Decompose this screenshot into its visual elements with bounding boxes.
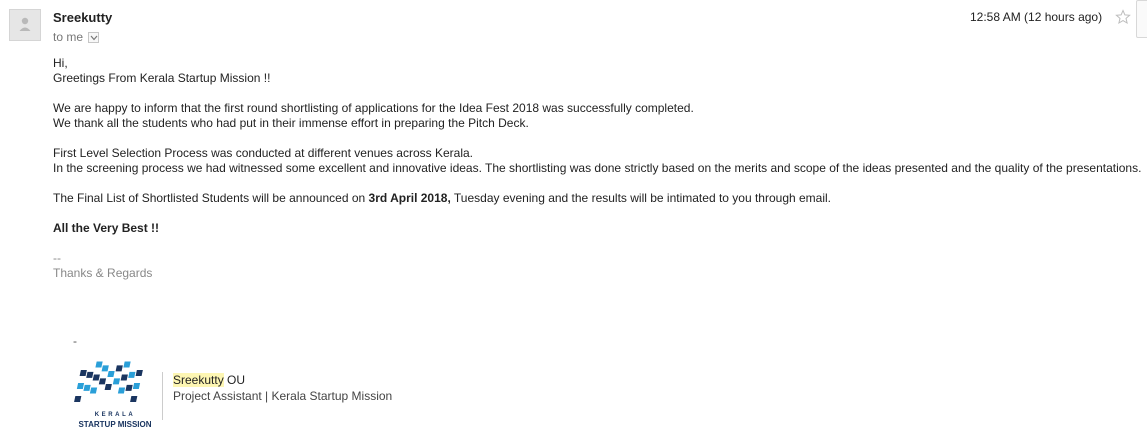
logo-square <box>98 378 107 385</box>
paragraph-3-start: The Final List of Shortlisted Students w… <box>53 191 369 205</box>
signature-separator: -- <box>53 251 61 265</box>
closing-line: All the Very Best !! <box>53 221 1143 236</box>
logo-square <box>83 384 91 391</box>
signature-title: Project Assistant | Kerala Startup Missi… <box>173 389 393 403</box>
logo-square <box>107 371 115 377</box>
logo-square <box>92 374 100 381</box>
signature-dash: - <box>73 334 77 348</box>
logo-square <box>79 370 87 376</box>
kerala-startup-mission-logo: KERALA STARTUP MISSION <box>73 360 157 432</box>
logo-square <box>117 387 126 394</box>
announcement-date: 3rd April 2018, <box>368 191 451 205</box>
logo-text-startup-mission: STARTUP MISSION <box>78 420 152 429</box>
recipient-label: to me <box>53 30 84 44</box>
paragraph-3: The Final List of Shortlisted Students w… <box>53 191 1143 206</box>
logo-square <box>89 387 98 394</box>
regards-line: Thanks & Regards <box>53 266 153 280</box>
logo-square <box>74 396 82 402</box>
message-body: Hi, Greetings From Kerala Startup Missio… <box>53 56 1143 281</box>
logo-square <box>135 370 143 376</box>
paragraph-3-end: Tuesday evening and the results will be … <box>450 191 832 205</box>
logo-square <box>125 384 133 391</box>
signature-name: Sreekutty OU <box>173 373 245 387</box>
paragraph-1-line-1: We are happy to inform that the first ro… <box>53 101 694 115</box>
paragraph-1-line-2: We thank all the students who had put in… <box>53 116 529 130</box>
message-timestamp: 12:58 AM (12 hours ago) <box>970 10 1103 24</box>
sender-name[interactable]: Sreekutty <box>53 10 112 25</box>
logo-square <box>112 378 121 385</box>
paragraph-2-line-2: In the screening process we had witnesse… <box>53 161 1142 175</box>
signature-divider <box>162 372 163 420</box>
avatar[interactable] <box>9 9 41 41</box>
chevron-down-icon <box>90 35 98 40</box>
side-panel-tab[interactable] <box>1136 0 1147 38</box>
logo-square <box>115 365 123 372</box>
logo-square <box>130 396 138 402</box>
logo-square <box>76 383 85 389</box>
person-icon <box>19 17 31 31</box>
logo-square <box>120 374 128 381</box>
logo-square <box>128 371 136 378</box>
recipient-details-button[interactable] <box>88 31 100 43</box>
recipient-line: to me <box>53 30 100 44</box>
greeting-line-2: Greetings From Kerala Startup Mission !! <box>53 71 271 85</box>
paragraph-2-line-1: First Level Selection Process was conduc… <box>53 146 473 160</box>
signature-name-rest: OU <box>223 373 246 387</box>
closing-bold: All the Very Best !! <box>53 221 160 235</box>
signature-name-highlight: Sreekutty <box>173 373 224 387</box>
checker-logo-icon <box>74 361 143 402</box>
logo-square <box>104 384 112 390</box>
logo-text-kerala: KERALA <box>94 412 136 418</box>
logo-square <box>123 361 131 368</box>
logo-square <box>101 365 109 372</box>
logo-square <box>132 383 141 389</box>
star-icon[interactable] <box>1115 9 1131 25</box>
logo-square <box>95 361 103 368</box>
greeting: Hi, <box>53 56 68 70</box>
logo-square <box>86 371 94 378</box>
